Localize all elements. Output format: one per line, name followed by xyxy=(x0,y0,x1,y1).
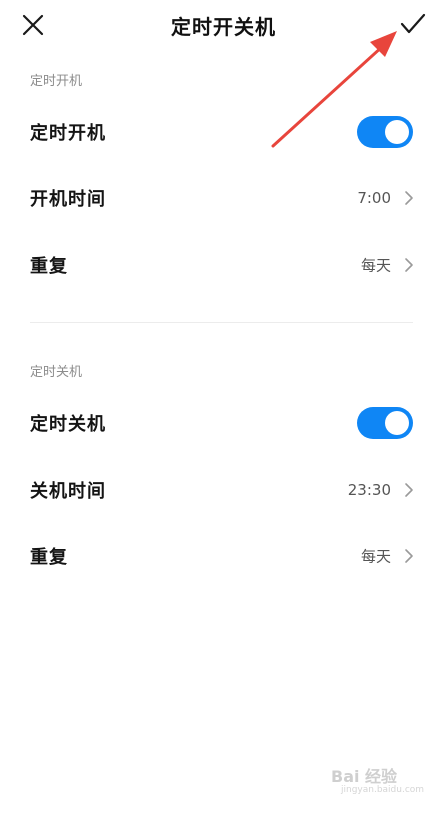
chevron-right-icon xyxy=(405,549,413,563)
power-off-repeat-row[interactable]: 重复 每天 xyxy=(0,523,447,589)
section-label-power-on: 定时开机 xyxy=(30,74,83,89)
watermark-logo: Bai 经验 jingyan.baidu.com xyxy=(331,763,431,803)
chevron-right-icon xyxy=(405,483,413,497)
toggle-knob xyxy=(385,120,409,144)
power-on-toggle-label: 定时开机 xyxy=(30,123,106,144)
chevron-right-icon xyxy=(405,258,413,272)
power-off-repeat-label: 重复 xyxy=(30,547,68,568)
power-off-time-label: 关机时间 xyxy=(30,481,106,502)
confirm-button[interactable] xyxy=(397,8,429,40)
power-on-repeat-value: 每天 xyxy=(360,256,391,275)
watermark-url: jingyan.baidu.com xyxy=(341,785,425,795)
checkmark-icon xyxy=(400,13,426,34)
watermark-brand: Bai 经验 xyxy=(331,767,398,786)
power-on-time-label: 开机时间 xyxy=(30,189,106,210)
power-on-repeat-row[interactable]: 重复 每天 xyxy=(0,232,447,298)
toggle-knob xyxy=(385,411,409,435)
section-label-power-off: 定时关机 xyxy=(30,365,83,380)
power-on-toggle-switch[interactable] xyxy=(357,116,413,148)
power-off-toggle-switch[interactable] xyxy=(357,407,413,439)
page-title: 定时开关机 xyxy=(171,15,276,39)
power-off-toggle-label: 定时关机 xyxy=(30,414,106,435)
chevron-right-icon xyxy=(405,191,413,205)
power-off-toggle-row[interactable]: 定时关机 xyxy=(0,390,447,456)
section-divider xyxy=(30,322,413,323)
power-off-time-row[interactable]: 关机时间 23:30 xyxy=(0,457,447,523)
power-on-time-value: 7:00 xyxy=(357,189,391,207)
power-on-time-row[interactable]: 开机时间 7:00 xyxy=(0,165,447,231)
header-bar: 定时开关机 xyxy=(0,0,447,52)
power-off-time-value: 23:30 xyxy=(347,481,391,499)
power-on-repeat-label: 重复 xyxy=(30,256,68,277)
power-off-repeat-value: 每天 xyxy=(360,547,391,566)
power-on-toggle-row[interactable]: 定时开机 xyxy=(0,99,447,165)
